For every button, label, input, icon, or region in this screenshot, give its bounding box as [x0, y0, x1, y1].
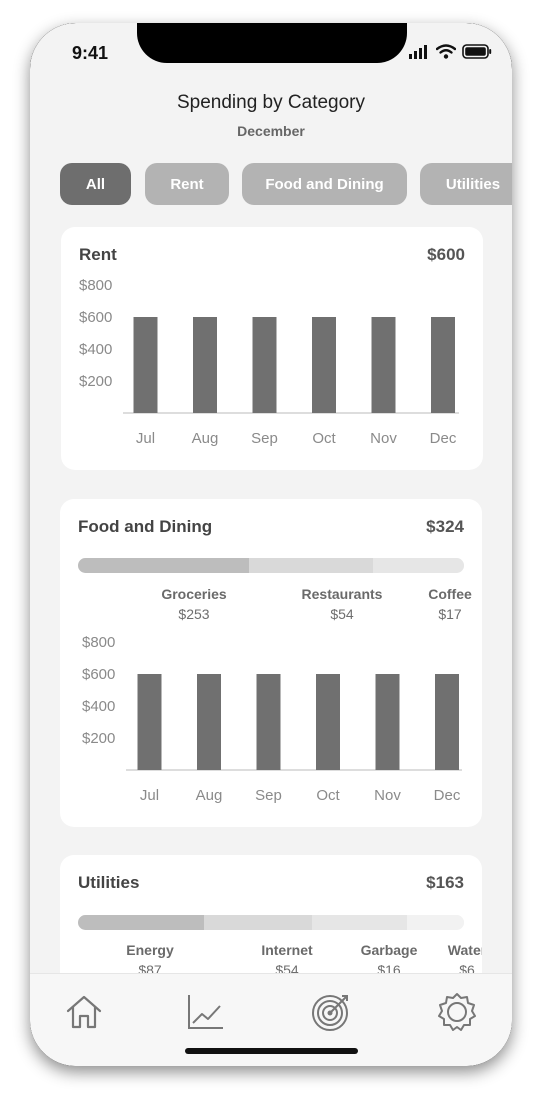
food-chart-bar-sep[interactable]: [256, 674, 281, 770]
rent-chart-x-label: Jul: [136, 430, 155, 447]
groceries-label: Groceries: [161, 586, 227, 602]
rent-card-title: Rent: [79, 245, 117, 264]
rent-chart-y-tick: $600: [79, 309, 112, 326]
signal-icon: [409, 44, 427, 59]
battery-icon: [462, 44, 492, 59]
groceries-value: $253: [178, 606, 210, 622]
rent-chart-y-tick: $800: [79, 277, 112, 294]
groceries-segment: [78, 558, 249, 573]
filter-chip-all[interactable]: All: [60, 163, 131, 205]
utilities-breakdown-bar: [78, 915, 464, 930]
rent-chart-x-label: Aug: [192, 430, 219, 447]
rent-chart-bar-jul[interactable]: [133, 317, 158, 413]
rent-chart-x-label: Dec: [430, 430, 457, 447]
garbage-segment: [312, 915, 407, 930]
phone-frame: 9:41 Spending by Category December All R…: [30, 23, 512, 1066]
rent-chart-bar-sep[interactable]: [252, 317, 277, 413]
food-chart-x-label: Jul: [140, 787, 159, 804]
page-subtitle: December: [237, 123, 305, 139]
coffee-value: $17: [438, 606, 462, 622]
filter-chip-utilities[interactable]: Utilities: [420, 163, 512, 205]
gear-icon[interactable]: [437, 992, 477, 1032]
food-and-dining-card[interactable]: Food and Dining $324 Groceries $253 Rest…: [60, 499, 482, 827]
rent-chart-bar-nov[interactable]: [371, 317, 396, 413]
food-chart-x-label: Oct: [316, 787, 340, 804]
food-chart-y-tick: $600: [82, 666, 115, 683]
water-label: Water: [447, 942, 482, 958]
rent-chart-bar-oct[interactable]: [312, 317, 336, 413]
home-indicator[interactable]: [185, 1048, 358, 1054]
filter-chip-food-and-dining[interactable]: Food and Dining: [242, 163, 407, 205]
rent-bar-chart: $200 $400 $600 $800 Jul Aug Sep Oct Nov Dec: [79, 277, 459, 447]
target-icon[interactable]: [310, 992, 352, 1032]
food-chart-bar-jul[interactable]: [137, 674, 162, 770]
home-icon[interactable]: [64, 992, 104, 1032]
food-bar-chart: $200 $400 $600 $800 Jul Aug Sep Oct Nov Dec: [82, 634, 462, 804]
chart-icon[interactable]: [185, 992, 225, 1032]
water-segment: [407, 915, 464, 930]
rent-chart-y-tick: $200: [79, 373, 112, 390]
status-icons: [408, 44, 492, 59]
food-chart-bar-oct[interactable]: [316, 674, 340, 770]
rent-card-amount: $600: [427, 245, 465, 264]
filter-chip-rent[interactable]: Rent: [145, 163, 229, 205]
food-card-title: Food and Dining: [78, 517, 213, 536]
food-chart-x-label: Nov: [374, 787, 401, 804]
rent-chart-bar-aug[interactable]: [193, 317, 217, 413]
app-screen: 9:41 Spending by Category December All R…: [30, 23, 512, 1066]
restaurants-segment: [249, 558, 373, 573]
rent-chart-bar-dec[interactable]: [431, 317, 455, 413]
coffee-segment: [373, 558, 464, 573]
food-chart-bar-dec[interactable]: [435, 674, 459, 770]
food-chart-x-label: Aug: [196, 787, 223, 804]
rent-chart-x-label: Sep: [251, 430, 278, 447]
food-chart-x-label: Dec: [434, 787, 461, 804]
status-time: 9:41: [72, 43, 109, 63]
food-chart-bar-nov[interactable]: [375, 674, 400, 770]
category-filter-bar: All Rent Food and Dining Utilities: [60, 163, 512, 205]
coffee-label: Coffee: [428, 586, 472, 602]
food-card-amount: $324: [426, 517, 464, 536]
food-chart-y-tick: $400: [82, 698, 115, 715]
internet-label: Internet: [261, 942, 313, 958]
energy-label: Energy: [126, 942, 174, 958]
utilities-card-title: Utilities: [78, 873, 140, 892]
rent-chart-y-tick: $400: [79, 341, 112, 358]
food-breakdown-bar: [78, 558, 464, 573]
rent-chart-x-label: Oct: [312, 430, 336, 447]
wifi-icon: [436, 44, 456, 59]
coffee-breakdown: Coffee $17: [390, 586, 482, 622]
food-chart-y-tick: $800: [82, 634, 115, 651]
food-chart-x-label: Sep: [255, 787, 282, 804]
device-notch: [137, 23, 407, 63]
utilities-card-amount: $163: [426, 873, 464, 892]
food-chart-y-tick: $200: [82, 730, 115, 747]
rent-chart-x-label: Nov: [370, 430, 397, 447]
groceries-breakdown: Groceries $253: [124, 586, 264, 622]
energy-segment: [78, 915, 204, 930]
garbage-label: Garbage: [360, 942, 418, 958]
food-chart-bar-aug[interactable]: [197, 674, 221, 770]
rent-card[interactable]: Rent $600 $200 $400 $600 $800 Jul Aug Sep Oct No…: [61, 227, 483, 470]
internet-segment: [204, 915, 312, 930]
page-title: Spending by Category: [176, 92, 365, 113]
